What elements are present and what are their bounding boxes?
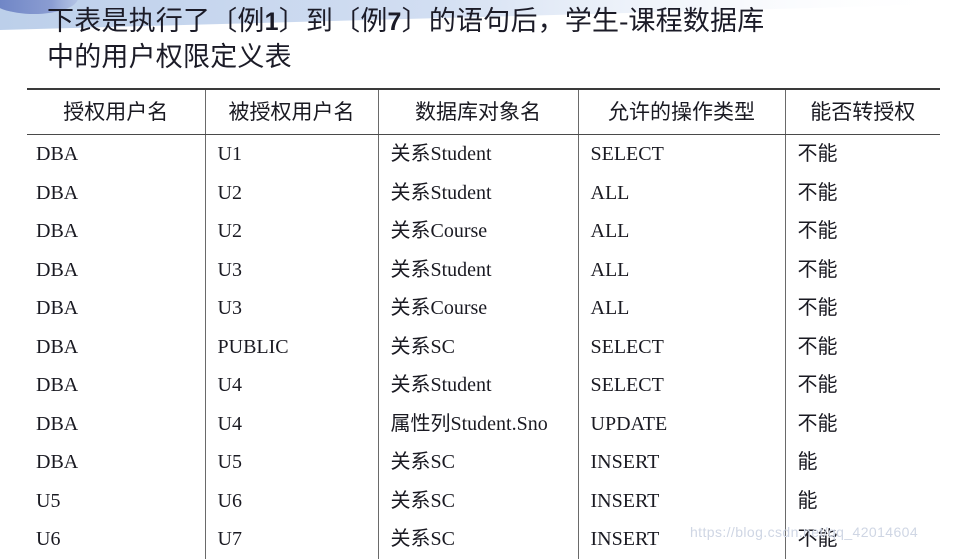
cell-object: 属性列Student.Sno	[377, 404, 578, 443]
cell-grantee: U3	[204, 289, 378, 328]
cell-object: 关系SC	[377, 327, 578, 366]
cell-grantable: 不能	[784, 366, 940, 405]
cell-object: 关系Student	[377, 250, 578, 289]
cell-grantor: U5	[36, 489, 61, 512]
cell-grantable: 不能	[784, 250, 940, 289]
cell-grantor: DBA	[36, 143, 79, 165]
cell-object: 关系Course	[377, 212, 578, 251]
table-header-row: 授权用户名 被授权用户名 数据库对象名 允许的操作类型 能否转授权	[27, 88, 940, 135]
column-header-operation: 允许的操作类型	[577, 88, 785, 135]
cell-operation: INSERT	[577, 443, 785, 482]
table-row: DBA U2 关系Student ALL 不能	[27, 173, 940, 212]
table-row: DBA U2 关系Course ALL 不能	[27, 212, 940, 251]
table-header: 授权用户名 被授权用户名 数据库对象名 允许的操作类型 能否转授权	[27, 88, 940, 135]
cell-grantee: U4	[204, 404, 378, 443]
table-row: DBA U1 关系Student SELECT 不能	[27, 134, 940, 174]
column-header-grantable: 能否转授权	[784, 88, 940, 135]
cell-operation: INSERT	[577, 481, 785, 520]
cell-operation: ALL	[577, 289, 785, 328]
table-row: DBA U4 关系Student SELECT 不能	[27, 366, 940, 405]
cell-operation: ALL	[577, 212, 785, 251]
cell-grantee: U6	[204, 481, 378, 520]
cell-object: 关系Course	[377, 289, 578, 328]
cell-grantor: DBA	[36, 374, 79, 396]
cell-object: 关系Student	[377, 366, 578, 405]
cell-grantor: DBA	[36, 297, 79, 319]
watermark: https://blog.csdn.net/qq_42014604	[690, 524, 919, 540]
cell-operation: UPDATE	[577, 404, 785, 443]
cell-grantable: 不能	[784, 327, 940, 366]
cell-grantable: 不能	[784, 134, 940, 174]
cell-operation: SELECT	[577, 134, 785, 174]
table-row: U5 U6 关系SC INSERT 能	[27, 481, 940, 520]
column-header-grantee: 被授权用户名	[204, 88, 378, 135]
cell-grantable: 不能	[784, 212, 940, 251]
cell-object: 关系Student	[377, 134, 578, 174]
cell-object: 关系SC	[377, 443, 578, 482]
cell-grantor: DBA	[36, 258, 79, 281]
column-header-object: 数据库对象名	[377, 88, 578, 135]
cell-grantor: DBA	[36, 412, 79, 435]
cell-grantee: U2	[204, 173, 378, 212]
cell-grantee: U1	[204, 134, 378, 174]
cell-object: 关系SC	[377, 481, 578, 520]
table-row: DBA U4 属性列Student.Sno UPDATE 不能	[27, 404, 940, 443]
cell-grantable: 能	[784, 481, 940, 520]
cell-grantee: U4	[204, 366, 378, 405]
table-row: DBA U5 关系SC INSERT 能	[27, 443, 940, 482]
cell-operation: SELECT	[577, 366, 785, 405]
cell-grantor: DBA	[36, 220, 79, 242]
cell-operation: ALL	[577, 250, 785, 289]
cell-grantee: PUBLIC	[204, 327, 378, 366]
table-row: DBA U3 关系Course ALL 不能	[27, 289, 940, 328]
cell-grantor: U6	[36, 528, 61, 550]
table-row: DBA U3 关系Student ALL 不能	[27, 250, 940, 289]
cell-operation: SELECT	[577, 327, 785, 366]
cell-grantable: 不能	[784, 404, 940, 443]
user-privilege-table: 授权用户名 被授权用户名 数据库对象名 允许的操作类型 能否转授权 DBA U1 关…	[27, 88, 940, 559]
cell-operation: ALL	[577, 173, 785, 212]
table-row: DBA PUBLIC 关系SC SELECT 不能	[27, 327, 940, 366]
cell-grantee: U3	[204, 250, 378, 289]
cell-grantable: 能	[784, 443, 940, 482]
cell-grantor: DBA	[36, 181, 79, 204]
cell-grantee: U2	[204, 212, 378, 251]
cell-grantee: U7	[204, 520, 378, 559]
cell-grantable: 不能	[784, 289, 940, 328]
page-title: 下表是执行了〔例1〕到〔例7〕的语句后，学生-课程数据库 中的用户权限定义表	[47, 6, 765, 72]
cell-grantor: DBA	[36, 335, 79, 358]
cell-grantable: 不能	[784, 173, 940, 212]
cell-grantee: U5	[204, 443, 378, 482]
cell-grantor: DBA	[36, 451, 79, 473]
cell-object: 关系Student	[377, 173, 578, 212]
column-header-grantor: 授权用户名	[27, 88, 205, 135]
table-body: DBA U1 关系Student SELECT 不能 DBA U2 关系Student ALL 不…	[27, 134, 940, 559]
cell-object: 关系SC	[377, 520, 578, 559]
